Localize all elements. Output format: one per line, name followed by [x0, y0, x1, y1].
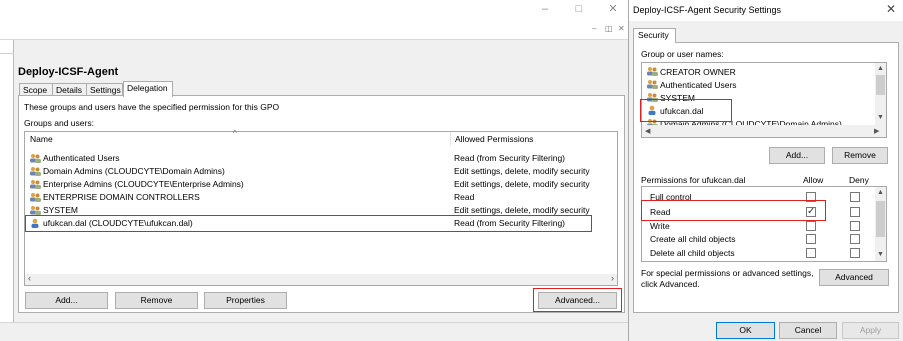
horizontal-scrollbar[interactable]: ◀ ▶ — [642, 125, 886, 137]
dialog-titlebar: Deploy-ICSF-Agent Security Settings ✕ — [629, 0, 903, 21]
tab-delegation[interactable]: Delegation — [123, 81, 173, 97]
allow-checkbox[interactable] — [806, 221, 816, 231]
cancel-button[interactable]: Cancel — [779, 322, 837, 339]
permission-row: Write — [650, 220, 880, 233]
column-header-name[interactable]: Name — [30, 134, 53, 144]
mdi-minimize-icon[interactable]: – — [592, 24, 596, 33]
deny-column-label: Deny — [849, 175, 869, 185]
group-icon — [30, 167, 41, 176]
allow-checkbox[interactable] — [806, 234, 816, 244]
column-separator[interactable] — [450, 132, 451, 146]
group-names-label: Group or user names: — [641, 49, 724, 59]
mdi-toolbar: – ◫ ✕ — [0, 20, 628, 40]
row-permission: Read (from Security Filtering) — [454, 153, 566, 163]
gpo-title: Deploy-ICSF-Agent — [18, 66, 119, 78]
list-item[interactable]: CREATOR OWNER — [646, 66, 736, 78]
special-permissions-text-2: click Advanced. — [641, 279, 700, 289]
advanced-button[interactable]: Advanced — [819, 269, 889, 286]
scroll-up-icon[interactable]: ▲ — [877, 189, 884, 196]
row-permission: Read — [454, 192, 475, 202]
special-permissions-text: For special permissions or advanced sett… — [641, 268, 814, 278]
maximize-icon[interactable]: □ — [572, 2, 586, 16]
status-bar — [0, 322, 628, 341]
permission-row: Create all child objects — [650, 233, 880, 246]
sort-ascending-icon: ^ — [233, 129, 237, 138]
close-icon[interactable]: ✕ — [886, 2, 896, 16]
scroll-up-icon[interactable]: ▲ — [877, 65, 884, 72]
scrollbar-thumb[interactable] — [876, 75, 885, 95]
groups-users-label: Groups and users: — [24, 118, 94, 128]
row-permission: Edit settings, delete, modify security — [454, 179, 590, 189]
group-icon — [647, 67, 658, 76]
dialog-title: Deploy-ICSF-Agent Security Settings — [633, 5, 782, 15]
vertical-scrollbar[interactable]: ▲ ▼ — [875, 187, 886, 261]
group-icon — [30, 193, 41, 202]
scroll-left-icon[interactable]: ‹ — [28, 273, 31, 283]
row-name: Authenticated Users — [43, 153, 120, 163]
minimize-icon[interactable]: – — [538, 2, 552, 16]
permission-name: Delete all child objects — [650, 248, 735, 258]
mdi-close-icon[interactable]: ✕ — [618, 24, 625, 33]
allow-column-label: Allow — [803, 175, 824, 185]
group-icon — [30, 154, 41, 163]
console-tree-edge — [0, 40, 14, 322]
divider — [0, 53, 14, 54]
delegation-description: These groups and users have the specifie… — [24, 102, 280, 112]
add-button[interactable]: Add... — [769, 147, 825, 164]
remove-button[interactable]: Remove — [115, 292, 198, 309]
highlight-advanced-button — [533, 288, 622, 312]
permission-name: Create all child objects — [650, 234, 736, 244]
properties-button[interactable]: Properties — [204, 292, 287, 309]
permission-row: Delete all child objects — [650, 247, 880, 260]
close-icon[interactable]: ✕ — [606, 2, 620, 16]
tab-security[interactable]: Security — [633, 28, 676, 43]
permission-name: Write — [650, 221, 670, 231]
scroll-left-icon[interactable]: ◀ — [645, 127, 650, 135]
ok-button[interactable]: OK — [716, 322, 775, 339]
row-permission: Edit settings, delete, modify security — [454, 166, 590, 176]
list-item[interactable]: Authenticated Users — [646, 79, 737, 91]
scroll-right-icon[interactable]: › — [611, 273, 614, 283]
highlight-user-row — [25, 215, 592, 232]
security-settings-dialog: Deploy-ICSF-Agent Security Settings ✕ Se… — [628, 0, 903, 341]
permissions-list[interactable]: Full control Read ✓ Write Create all chi… — [641, 186, 887, 262]
deny-checkbox[interactable] — [850, 192, 860, 202]
list-item-label: CREATOR OWNER — [660, 67, 736, 77]
highlight-read-permission — [641, 200, 826, 221]
deny-checkbox[interactable] — [850, 221, 860, 231]
add-button[interactable]: Add... — [25, 292, 108, 309]
deny-checkbox[interactable] — [850, 207, 860, 217]
deny-checkbox[interactable] — [850, 248, 860, 258]
table-row[interactable]: ENTERPRISE DOMAIN CONTROLLERS Read — [26, 191, 616, 203]
scroll-down-icon[interactable]: ▼ — [877, 251, 884, 258]
horizontal-scrollbar[interactable]: ‹ › — [25, 273, 617, 285]
scroll-right-icon[interactable]: ▶ — [874, 127, 879, 135]
deny-checkbox[interactable] — [850, 234, 860, 244]
highlight-user-entry — [640, 99, 732, 122]
row-name: ENTERPRISE DOMAIN CONTROLLERS — [43, 192, 200, 202]
remove-button[interactable]: Remove — [832, 147, 888, 164]
group-icon — [30, 206, 41, 215]
table-row[interactable]: Authenticated Users Read (from Security … — [26, 152, 616, 164]
gpmc-window: – □ ✕ – ◫ ✕ Deploy-ICSF-Agent Scope Deta… — [0, 0, 628, 341]
column-header-permissions[interactable]: Allowed Permissions — [455, 134, 533, 144]
scroll-down-icon[interactable]: ▼ — [877, 114, 884, 121]
mdi-restore-icon[interactable]: ◫ — [605, 24, 613, 33]
allow-checkbox[interactable] — [806, 248, 816, 258]
permissions-label: Permissions for ufukcan.dal — [641, 175, 746, 185]
apply-button[interactable]: Apply — [842, 322, 899, 339]
list-item-label: Authenticated Users — [660, 80, 737, 90]
row-name: Domain Admins (CLOUDCYTE\Domain Admins) — [43, 166, 225, 176]
table-row[interactable]: Domain Admins (CLOUDCYTE\Domain Admins) … — [26, 165, 616, 177]
row-name: Enterprise Admins (CLOUDCYTE\Enterprise … — [43, 179, 244, 189]
window-titlebar: – □ ✕ — [0, 0, 628, 20]
scrollbar-thumb[interactable] — [876, 201, 885, 237]
group-icon — [30, 180, 41, 189]
vertical-scrollbar[interactable]: ▲ ▼ — [875, 63, 886, 125]
table-row[interactable]: Enterprise Admins (CLOUDCYTE\Enterprise … — [26, 178, 616, 190]
group-icon — [647, 80, 658, 89]
